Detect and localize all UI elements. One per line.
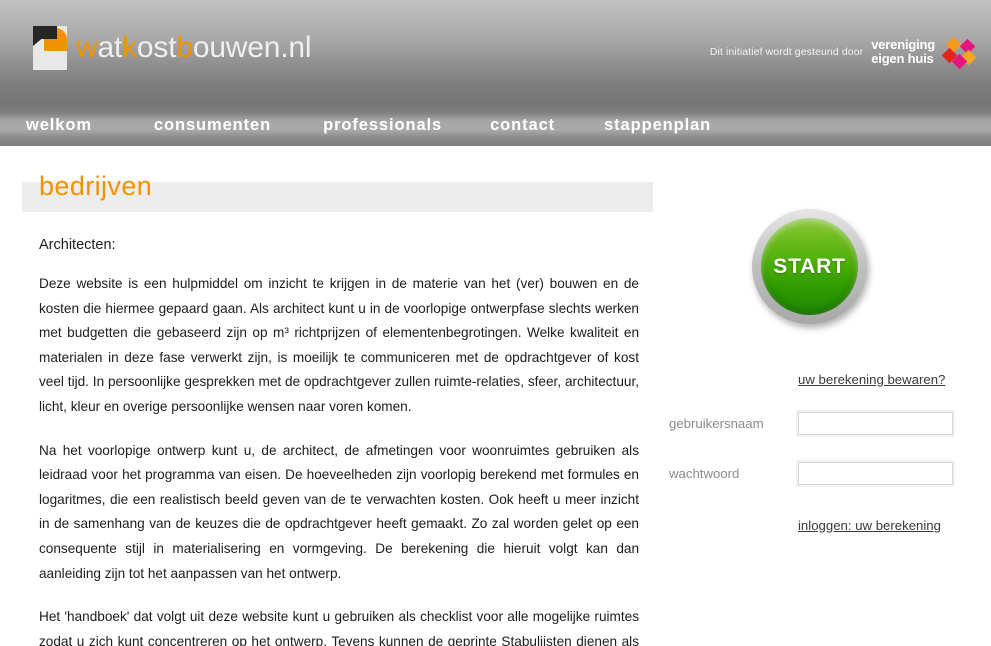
paragraph-1: Deze website is een hulpmiddel om inzich…: [39, 276, 639, 414]
page-body: bedrijven Architecten: Deze website is e…: [0, 146, 991, 646]
page-title-band: bedrijven: [22, 173, 653, 212]
start-button-label: START: [773, 254, 846, 278]
site-logo[interactable]: watkostbouwen.nl: [33, 26, 312, 70]
logo-text-part-4: ost: [136, 31, 177, 64]
sidebar: START uw berekening bewaren? gebruikersn…: [665, 146, 991, 646]
sponsor-block: Dit initiatief wordt gesteund door veren…: [709, 36, 977, 70]
nav-item-professionals[interactable]: professionals: [323, 116, 442, 135]
paragraph-3: Het 'handboek' dat volgt uit deze websit…: [39, 605, 639, 646]
login-link-wrapper: inloggen: uw berekening: [798, 517, 941, 535]
nav-item-consumenten[interactable]: consumenten: [154, 116, 271, 135]
watkostbouwen-logo-mark-icon: [33, 26, 67, 70]
save-calculation-link-wrapper: uw berekening bewaren?: [798, 371, 945, 389]
veh-line2: eigen huis: [871, 51, 934, 66]
password-row: wachtwoord: [669, 460, 955, 487]
start-button-wrapper: START: [752, 209, 867, 324]
nav-item-welkom[interactable]: welkom: [26, 116, 92, 135]
site-logo-text: watkostbouwen.nl: [76, 31, 312, 64]
paragraph-3-before: Het 'handboek' dat volgt uit deze websit…: [39, 609, 639, 646]
page-title: bedrijven: [39, 171, 153, 201]
username-input[interactable]: [796, 410, 955, 437]
section-subheading: Architecten:: [39, 237, 116, 253]
logo-roof-triangle: [33, 26, 57, 46]
password-input[interactable]: [796, 460, 955, 487]
main-content: bedrijven Architecten: Deze website is e…: [0, 146, 665, 646]
logo-text-part-1: w: [76, 31, 98, 64]
logo-text-part-3: k: [122, 31, 137, 64]
paragraph-2: Na het voorlopige ontwerp kunt u, de arc…: [39, 442, 639, 581]
save-calculation-link[interactable]: uw berekening bewaren?: [798, 372, 945, 387]
site-header: watkostbouwen.nl Dit initiatief wordt ge…: [0, 0, 991, 104]
username-row: gebruikersnaam: [669, 410, 955, 437]
logo-text-part-6: ouwen.nl: [192, 31, 312, 64]
logo-text-part-2: at: [97, 31, 123, 64]
nav-item-contact[interactable]: contact: [490, 116, 555, 135]
vereniging-eigen-huis-diamonds-icon: [941, 36, 977, 70]
sponsor-text: Dit initiatief wordt gesteund door: [709, 46, 864, 58]
nav-item-stappenplan[interactable]: stappenplan: [604, 116, 711, 135]
password-label: wachtwoord: [669, 466, 740, 481]
logo-text-part-5: b: [176, 31, 193, 64]
vereniging-eigen-huis-wordmark: vereniging eigen huis: [871, 38, 935, 65]
username-label: gebruikersnaam: [669, 416, 764, 431]
main-navigation: welkom consumenten professionals contact…: [0, 104, 991, 146]
start-button[interactable]: START: [752, 209, 867, 324]
login-link[interactable]: inloggen: uw berekening: [798, 518, 941, 533]
